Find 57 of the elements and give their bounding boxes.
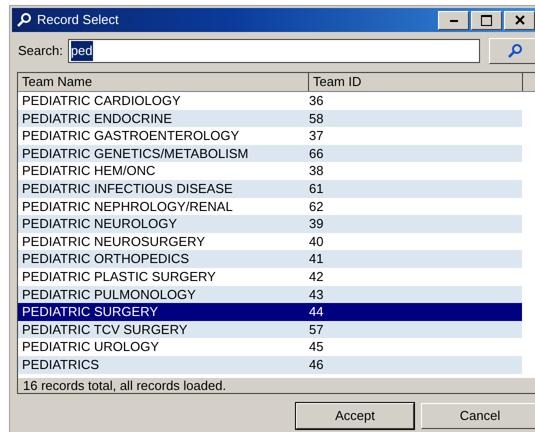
team-name: PEDIATRIC ENDOCRINE: [21, 110, 173, 128]
team-name: PEDIATRIC ORTHOPEDICS: [21, 250, 190, 268]
team-id: 62: [309, 198, 324, 216]
column-header[interactable]: Team ID: [309, 73, 523, 91]
team-id: 66: [309, 144, 324, 162]
table-row[interactable]: PEDIATRIC INFECTIOUS DISEASE 61: [18, 180, 522, 198]
team-id: 40: [309, 232, 324, 250]
team-id: 36: [309, 92, 324, 110]
team-name: PEDIATRIC INFECTIOUS DISEASE: [21, 180, 234, 198]
search-value: ped: [70, 41, 93, 61]
table-row[interactable]: PEDIATRICS 46: [18, 356, 522, 374]
table-row[interactable]: PEDIATRIC GENETICS/METABOLISM 66: [18, 144, 522, 162]
table-row[interactable]: PEDIATRIC GASTROENTEROLOGY 37: [18, 127, 522, 145]
team-id: 39: [309, 215, 324, 233]
table-row[interactable]: PEDIATRIC NEPHROLOGY/RENAL 62: [18, 198, 522, 216]
status-text: 16 records total, all records loaded.: [18, 377, 535, 393]
team-name: PEDIATRIC NEPHROLOGY/RENAL: [21, 198, 234, 216]
team-id: 45: [309, 338, 324, 356]
window-title: Record Select: [37, 11, 119, 30]
cancel-button[interactable]: Cancel: [421, 403, 535, 429]
team-id: 44: [309, 303, 324, 321]
table-row[interactable]: PEDIATRIC UROLOGY 45: [18, 338, 522, 356]
team-name: PEDIATRIC GASTROENTEROLOGY: [21, 127, 240, 145]
team-name: PEDIATRICS: [21, 356, 100, 374]
column-header[interactable]: Team Name: [18, 73, 309, 91]
team-name: PEDIATRIC NEUROSURGERY: [21, 232, 206, 250]
search-field[interactable]: ped: [68, 39, 480, 63]
table-row[interactable]: PEDIATRIC HEM/ONC 38: [18, 162, 522, 180]
table-row[interactable]: PEDIATRIC ORTHOPEDICS 41: [18, 250, 522, 268]
team-name: PEDIATRIC PULMONOLOGY: [21, 286, 197, 304]
team-name: PEDIATRIC UROLOGY: [21, 338, 160, 356]
team-name: PEDIATRIC CARDIOLOGY: [21, 92, 182, 110]
table-row[interactable]: PEDIATRIC CARDIOLOGY 36: [18, 92, 522, 110]
table-row[interactable]: PEDIATRIC SURGERY 44: [18, 303, 522, 321]
team-name: PEDIATRIC GENETICS/METABOLISM: [21, 144, 250, 162]
table-row[interactable]: PEDIATRIC PLASTIC SURGERY 42: [18, 268, 522, 286]
accept-button[interactable]: Accept: [296, 403, 414, 429]
team-name: PEDIATRIC HEM/ONC: [21, 162, 156, 180]
table-row[interactable]: PEDIATRIC ENDOCRINE 58: [18, 110, 522, 128]
team-id: 37: [309, 127, 324, 145]
team-id: 46: [309, 356, 324, 374]
team-name: PEDIATRIC NEUROLOGY: [21, 215, 178, 233]
team-id: 41: [309, 250, 324, 268]
team-name: PEDIATRIC TCV SURGERY: [21, 320, 188, 338]
team-id: 43: [309, 286, 324, 304]
team-name: PEDIATRIC PLASTIC SURGERY: [21, 268, 217, 286]
table-row[interactable]: PEDIATRIC NEUROSURGERY 40: [18, 232, 522, 250]
team-id: 61: [309, 180, 324, 198]
team-id: 57: [309, 320, 324, 338]
search-label: Search:: [18, 42, 63, 60]
team-id: 38: [309, 162, 324, 180]
team-id: 42: [309, 268, 324, 286]
table-row[interactable]: PEDIATRIC TCV SURGERY 57: [18, 320, 522, 338]
table-row[interactable]: PEDIATRIC PULMONOLOGY 43: [18, 286, 522, 304]
table-row[interactable]: PEDIATRIC NEUROLOGY 39: [18, 215, 522, 233]
team-name: PEDIATRIC SURGERY: [21, 303, 160, 321]
team-id: 58: [309, 110, 324, 128]
